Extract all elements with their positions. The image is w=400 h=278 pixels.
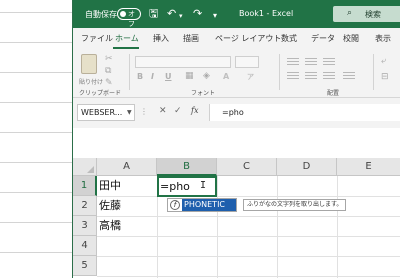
cell-b1-text: =pho bbox=[160, 180, 190, 193]
row-header-2[interactable]: 2 bbox=[73, 196, 97, 216]
font-group-label: フォント bbox=[191, 90, 216, 97]
toggle-knob bbox=[120, 11, 126, 17]
background-area bbox=[0, 0, 72, 278]
tab-insert[interactable]: 挿入 bbox=[153, 33, 169, 44]
undo-dropdown-icon[interactable]: ▾ bbox=[179, 10, 183, 23]
tab-page-layout[interactable]: ページ レイアウト bbox=[215, 33, 281, 44]
active-cell-b1[interactable]: =pho bbox=[157, 176, 217, 197]
active-tab-indicator bbox=[113, 47, 139, 49]
gridline bbox=[337, 176, 338, 278]
autocomplete-item-phonetic[interactable]: PHONETIC bbox=[182, 199, 236, 211]
more-icon: ⋮ bbox=[140, 107, 148, 116]
align-center-icon[interactable] bbox=[305, 72, 317, 81]
copy-icon[interactable]: ⧉ bbox=[105, 66, 111, 76]
gridline bbox=[97, 256, 400, 257]
row-header-4[interactable]: 4 bbox=[73, 236, 97, 256]
gridline bbox=[97, 236, 400, 237]
column-header-e[interactable]: E bbox=[337, 158, 400, 176]
text-cursor-icon: I bbox=[200, 180, 207, 191]
row-header-5[interactable]: 5 bbox=[73, 256, 97, 276]
ribbon-separator bbox=[373, 54, 374, 90]
align-left-icon[interactable] bbox=[287, 72, 299, 81]
paste-label[interactable]: 貼り付け bbox=[79, 77, 103, 86]
row-header-1[interactable]: 1 bbox=[73, 176, 97, 196]
autosave-state: オフ bbox=[128, 10, 135, 28]
redo-icon[interactable]: ↷ bbox=[193, 7, 202, 20]
align-bottom-icon[interactable] bbox=[323, 58, 335, 67]
save-icon[interactable]: 🖫 bbox=[149, 7, 158, 20]
formula-bar: WEBSER... ▼ ⋮ ✕ ✓ fx =pho bbox=[73, 98, 400, 128]
cell-a1[interactable]: 田中 bbox=[97, 176, 157, 196]
search-box[interactable]: ⌕ 検索 bbox=[333, 6, 400, 22]
cell-a3[interactable]: 高橋 bbox=[97, 216, 157, 236]
border-icon[interactable]: ▦ bbox=[185, 71, 194, 81]
select-all-button[interactable] bbox=[73, 158, 97, 176]
align-middle-icon[interactable] bbox=[305, 58, 317, 67]
search-icon: ⌕ bbox=[347, 8, 353, 18]
column-header-a[interactable]: A bbox=[97, 158, 157, 176]
column-header-c[interactable]: C bbox=[217, 158, 277, 176]
alignment-group-label: 配置 bbox=[327, 90, 340, 97]
gridline bbox=[97, 276, 400, 277]
customize-toolbar-icon[interactable]: ▾ bbox=[213, 9, 217, 22]
merge-icon[interactable]: ⊟ bbox=[381, 72, 389, 82]
underline-icon[interactable]: U bbox=[165, 72, 172, 81]
cancel-icon[interactable]: ✕ bbox=[159, 106, 167, 116]
function-tooltip: ふりがなの文字列を取り出します。 bbox=[243, 199, 347, 211]
phonetic-guide-icon[interactable]: ア bbox=[247, 72, 254, 82]
italic-icon[interactable]: I bbox=[151, 72, 154, 81]
insert-function-icon[interactable]: fx bbox=[191, 106, 198, 115]
title-bar: 自動保存 オフ 🖫 ↶ ▾ ↷ ▾ Book1 - Excel ⌕ 検索 bbox=[73, 0, 400, 28]
tab-file[interactable]: ファイル bbox=[81, 33, 113, 44]
chevron-down-icon[interactable]: ▼ bbox=[127, 109, 132, 116]
gridline bbox=[217, 176, 218, 278]
cell-a2[interactable]: 佐藤 bbox=[97, 196, 157, 216]
ribbon-separator bbox=[279, 54, 280, 90]
window-title: Book1 - Excel bbox=[239, 9, 294, 18]
row-header-3[interactable]: 3 bbox=[73, 216, 97, 236]
clipboard-group-label: クリップボード bbox=[79, 90, 122, 97]
tab-review[interactable]: 校閲 bbox=[343, 33, 359, 44]
autocomplete-list[interactable]: f PHONETIC bbox=[167, 198, 237, 212]
font-size-box[interactable] bbox=[235, 56, 259, 68]
autosave-label: 自動保存 bbox=[85, 10, 117, 19]
ribbon-separator bbox=[129, 54, 130, 90]
enter-icon[interactable]: ✓ bbox=[174, 106, 182, 116]
column-header-b[interactable]: B bbox=[157, 158, 217, 176]
worksheet-grid: A B C D E 1 2 3 4 5 田中 佐藤 高橋 =pho I f PH… bbox=[73, 128, 400, 278]
wrap-text-icon[interactable]: ⤶ bbox=[381, 56, 386, 66]
tab-draw[interactable]: 描画 bbox=[183, 33, 199, 44]
tab-formulas[interactable]: 数式 bbox=[281, 33, 297, 44]
font-color-icon[interactable]: A bbox=[223, 72, 229, 81]
ribbon: 貼り付け ✂ ⧉ ✎ クリップボード B I U ▦ ◈ A ア フォント 配置… bbox=[73, 50, 400, 98]
tab-data[interactable]: データ bbox=[311, 33, 335, 44]
format-painter-icon[interactable]: ✎ bbox=[105, 78, 113, 88]
function-icon: f bbox=[170, 200, 180, 210]
gridline bbox=[277, 176, 278, 278]
excel-window: 自動保存 オフ 🖫 ↶ ▾ ↷ ▾ Book1 - Excel ⌕ 検索 ファイ… bbox=[72, 0, 400, 278]
paste-icon[interactable] bbox=[81, 54, 97, 74]
formula-input[interactable]: =pho bbox=[209, 104, 400, 121]
align-top-icon[interactable] bbox=[287, 58, 299, 67]
search-label: 検索 bbox=[365, 10, 381, 19]
bold-icon[interactable]: B bbox=[137, 72, 143, 81]
fill-color-icon[interactable]: ◈ bbox=[203, 71, 210, 81]
autosave-toggle[interactable]: オフ bbox=[117, 8, 141, 28]
undo-icon[interactable]: ↶ bbox=[167, 7, 176, 20]
font-name-box[interactable] bbox=[135, 56, 231, 68]
column-header-d[interactable]: D bbox=[277, 158, 337, 176]
tab-view[interactable]: 表示 bbox=[375, 33, 391, 44]
align-right-icon[interactable] bbox=[323, 72, 335, 81]
indent-icon[interactable] bbox=[343, 72, 355, 81]
tab-home[interactable]: ホーム bbox=[115, 33, 139, 44]
cut-icon[interactable]: ✂ bbox=[105, 54, 113, 64]
